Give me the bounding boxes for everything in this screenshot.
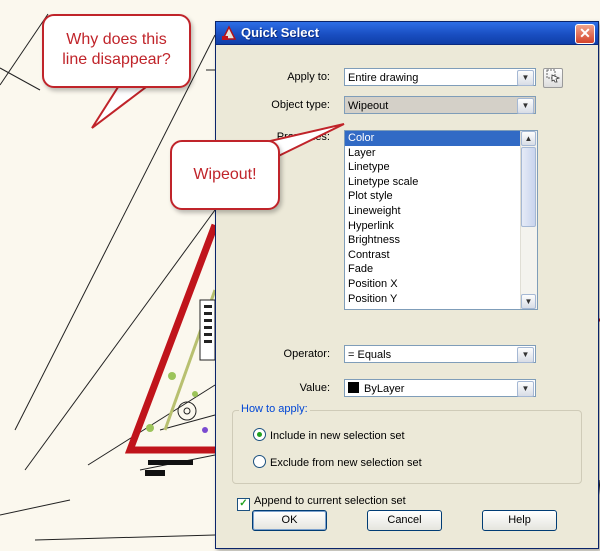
drawing-line [0, 67, 41, 91]
object-type-combo[interactable]: Wipeout ▼ [344, 96, 536, 114]
ok-button[interactable]: OK [252, 510, 327, 531]
drawing-line [24, 209, 216, 471]
properties-list-item[interactable]: Position X [345, 277, 521, 292]
properties-list-item[interactable]: Lineweight [345, 204, 521, 219]
drawing-line [34, 534, 216, 541]
properties-list-item[interactable]: Linetype scale [345, 175, 521, 190]
question-line-2: line disappear? [62, 51, 171, 68]
select-objects-button[interactable] [543, 68, 563, 88]
include-label: Include in new selection set [270, 430, 405, 442]
object-type-label: Object type: [271, 99, 330, 111]
chevron-down-icon[interactable]: ▼ [517, 70, 534, 86]
answer-text: Wipeout! [193, 166, 257, 183]
operator-label: Operator: [283, 348, 330, 360]
autocad-icon [221, 25, 237, 40]
exclude-label: Exclude from new selection set [270, 457, 422, 469]
properties-scrollbar[interactable]: ▲ ▼ [520, 131, 537, 309]
include-radio[interactable] [253, 428, 266, 441]
append-row[interactable]: ✓ Append to current selection set [237, 495, 406, 511]
apply-to-label: Apply to: [287, 71, 330, 83]
dialog-titlebar[interactable]: Quick Select ✕ [216, 22, 598, 45]
properties-list: Color Layer Linetype Linetype scale Plot sty… [345, 131, 537, 306]
properties-list-item[interactable]: Layer [345, 146, 521, 161]
scroll-thumb[interactable] [521, 147, 536, 227]
properties-list-item[interactable]: Brightness [345, 233, 521, 248]
quick-select-dialog: Quick Select ✕ Apply to: Entire drawing … [215, 21, 599, 549]
drawing-line [0, 13, 49, 86]
exclude-radio[interactable] [253, 455, 266, 468]
value-value: ByLayer [364, 383, 405, 395]
apply-to-value: Entire drawing [348, 72, 419, 84]
help-button[interactable]: Help [482, 510, 557, 531]
scroll-down-button[interactable]: ▼ [521, 294, 536, 309]
object-type-value: Wipeout [348, 100, 389, 112]
append-label: Append to current selection set [254, 495, 406, 507]
properties-list-item[interactable]: Position Y [345, 292, 521, 307]
select-objects-icon [546, 69, 561, 83]
scroll-up-button[interactable]: ▲ [521, 131, 536, 146]
properties-list-item[interactable]: Plot style [345, 189, 521, 204]
operator-combo[interactable]: = Equals ▼ [344, 345, 536, 363]
drawing-line [0, 499, 71, 516]
chevron-down-icon[interactable]: ▼ [517, 98, 534, 114]
how-to-apply-group: How to apply: Include in new selection s… [232, 403, 582, 484]
value-combo[interactable]: ByLayer ▼ [344, 379, 536, 397]
append-checkbox[interactable]: ✓ [237, 498, 250, 511]
close-button[interactable]: ✕ [575, 24, 595, 44]
properties-list-item[interactable]: Fade [345, 262, 521, 277]
cancel-button[interactable]: Cancel [367, 510, 442, 531]
exclude-radio-row[interactable]: Exclude from new selection set [253, 455, 422, 469]
dialog-title: Quick Select [241, 25, 320, 40]
properties-list-item[interactable]: Color [345, 131, 521, 146]
properties-list-item[interactable]: Linetype [345, 160, 521, 175]
apply-to-combo[interactable]: Entire drawing ▼ [344, 68, 536, 86]
building-block [199, 299, 216, 361]
properties-list-item[interactable]: Hyperlink [345, 219, 521, 234]
include-radio-row[interactable]: Include in new selection set [253, 428, 405, 442]
chevron-down-icon[interactable]: ▼ [517, 347, 534, 363]
operator-value: = Equals [348, 349, 392, 361]
how-to-apply-title: How to apply: [239, 403, 310, 415]
dialog-body: Apply to: Entire drawing ▼ Object type: … [220, 48, 594, 544]
properties-list-item[interactable]: Contrast [345, 248, 521, 263]
chevron-down-icon[interactable]: ▼ [517, 381, 534, 397]
color-swatch [348, 382, 359, 393]
tree-symbol [177, 401, 197, 421]
properties-listbox[interactable]: Color Layer Linetype Linetype scale Plot sty… [344, 130, 538, 310]
close-icon: ✕ [579, 25, 591, 41]
answer-tail-join [244, 148, 264, 162]
question-tail-join [121, 81, 149, 85]
question-line-1: Why does this [66, 31, 167, 48]
value-label: Value: [299, 382, 330, 394]
question-callout: Why does this line disappear? [42, 14, 191, 88]
